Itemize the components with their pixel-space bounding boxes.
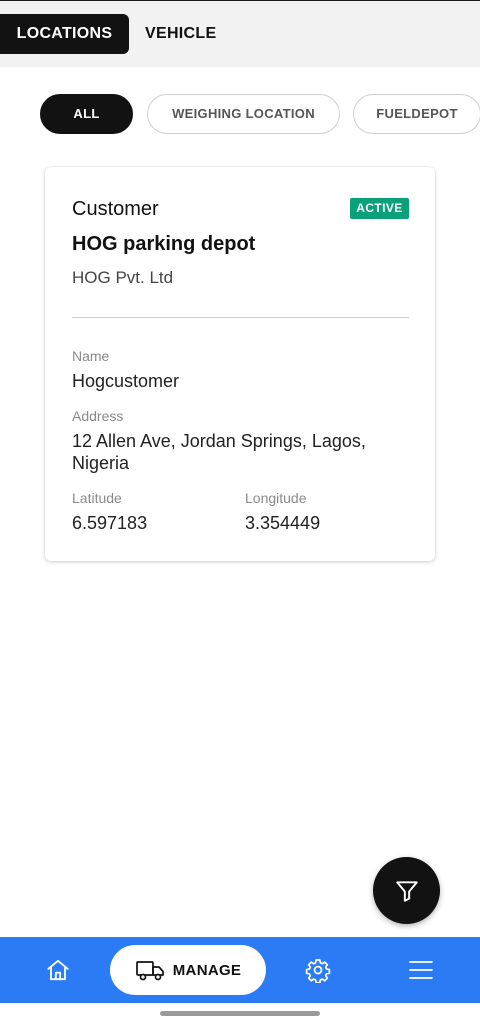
name-value: Hogcustomer [72,371,180,391]
location-type: Customer [72,198,159,220]
filter-icon [395,880,418,902]
filter-chip-fueldepot[interactable]: FUELDEPOT [353,94,480,134]
home-icon [47,959,69,981]
address-label: Address [72,408,124,424]
longitude-value: 3.354449 [245,513,321,533]
location-title: HOG parking depot [72,233,256,255]
tab-locations[interactable]: LOCATIONS [0,14,129,54]
name-label: Name [72,348,110,364]
nav-manage-label: MANAGE [172,961,242,979]
filter-chip-all[interactable]: ALL [40,94,133,134]
location-card[interactable]: Customer ACTIVE HOG parking depot HOG Pv… [45,167,435,561]
nav-manage-button[interactable]: MANAGE [110,945,266,995]
filter-fab-button[interactable] [373,857,440,924]
longitude-label: Longitude [245,490,307,506]
tab-vehicle[interactable]: VEHICLE [145,14,216,54]
nav-settings-button[interactable] [298,952,338,988]
hamburger-menu-icon [409,961,433,979]
system-home-indicator[interactable] [160,1011,320,1016]
gear-icon [305,959,331,983]
latitude-value: 6.597183 [72,513,148,533]
company-name: HOG Pvt. Ltd [72,268,174,287]
nav-home-button[interactable] [38,952,78,988]
nav-menu-button[interactable] [401,952,441,988]
latitude-label: Latitude [72,490,122,506]
truck-icon [135,961,164,981]
top-tab-bar: LOCATIONS VEHICLE [0,1,480,67]
filter-chip-weighing-location[interactable]: WEIGHING LOCATION [147,94,340,134]
bottom-navigation: MANAGE [0,937,480,1003]
address-value: 12 Allen Ave, Jordan Springs, Lagos, Nig… [72,431,366,473]
status-badge: ACTIVE [350,198,409,219]
card-divider [72,317,409,318]
